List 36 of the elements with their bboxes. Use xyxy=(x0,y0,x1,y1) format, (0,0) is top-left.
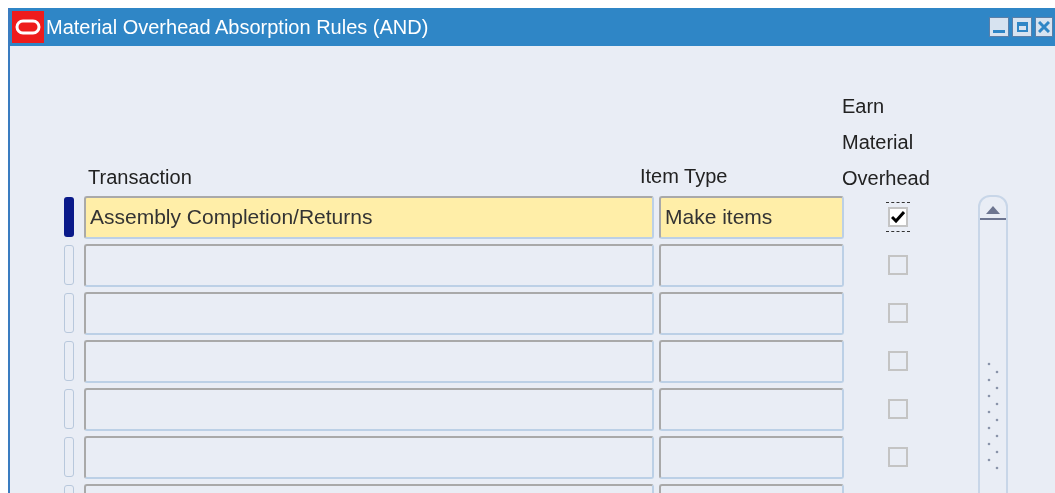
record-indicator[interactable] xyxy=(64,293,74,333)
item-type-field[interactable] xyxy=(659,339,844,383)
checkbox[interactable] xyxy=(888,303,908,323)
transaction-field[interactable] xyxy=(84,243,654,287)
maximize-button[interactable] xyxy=(1012,17,1032,37)
transaction-field[interactable] xyxy=(84,291,654,335)
transaction-field[interactable] xyxy=(84,387,654,431)
item-type-field[interactable] xyxy=(659,387,844,431)
record-indicator[interactable] xyxy=(64,389,74,429)
checkbox[interactable] xyxy=(888,207,908,227)
checkmark-icon xyxy=(891,211,905,223)
checkbox[interactable] xyxy=(888,447,908,467)
transaction-field[interactable] xyxy=(84,339,654,383)
column-header: Transaction xyxy=(87,166,193,188)
record-indicator[interactable] xyxy=(64,245,74,285)
column-header: Item Type xyxy=(639,165,729,187)
checkbox[interactable] xyxy=(888,399,908,419)
record-indicator[interactable] xyxy=(64,437,74,477)
transaction-field[interactable]: Assembly Completion/Returns xyxy=(84,195,654,239)
window-title: Material Overhead Absorption Rules (AND) xyxy=(46,15,429,40)
item-type-field[interactable] xyxy=(659,291,844,335)
column-header: Earn Material Overhead xyxy=(841,94,930,191)
item-type-field[interactable]: Make items xyxy=(659,195,844,239)
item-type-field[interactable] xyxy=(659,435,844,479)
checkbox[interactable] xyxy=(888,255,908,275)
record-indicator[interactable] xyxy=(64,197,74,237)
item-type-field[interactable] xyxy=(659,243,844,287)
record-indicator[interactable] xyxy=(64,341,74,381)
logo-icon xyxy=(12,11,44,43)
scroll-up-arrow-icon[interactable] xyxy=(986,205,1000,215)
minimize-button[interactable] xyxy=(989,17,1009,37)
scrollbar[interactable] xyxy=(978,195,1008,493)
transaction-field[interactable] xyxy=(84,435,654,479)
checkbox[interactable] xyxy=(888,351,908,371)
close-button[interactable] xyxy=(1035,17,1053,37)
close-icon xyxy=(1038,21,1050,33)
